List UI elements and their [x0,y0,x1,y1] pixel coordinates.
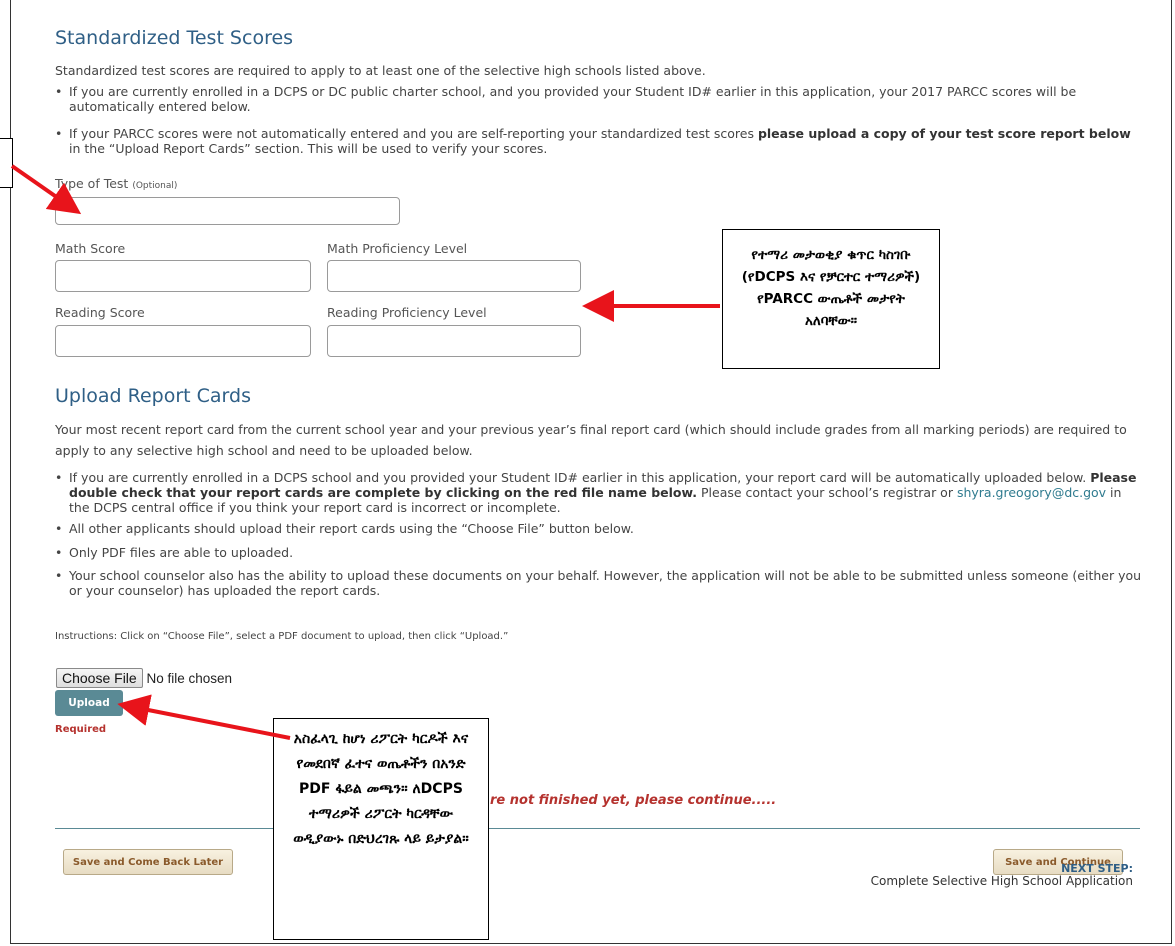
arrow-to-upload-button [117,694,291,740]
arrow-to-type-of-test [10,164,82,215]
annotation-arrows [10,164,720,740]
